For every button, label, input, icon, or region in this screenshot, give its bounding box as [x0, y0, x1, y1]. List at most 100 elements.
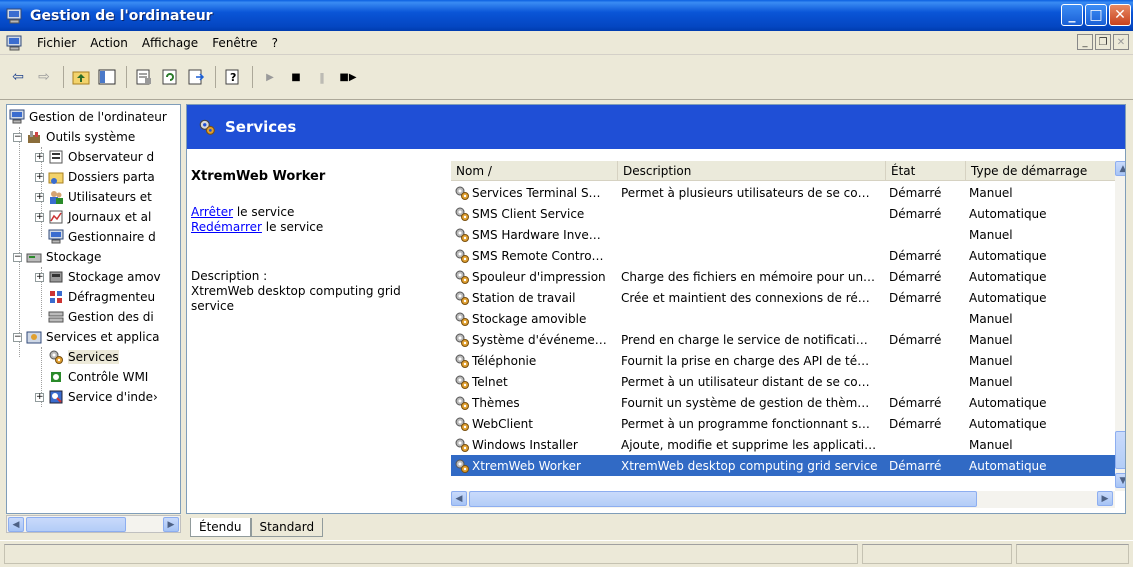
cell-description-text: Permet à un programme fonctionnant s… — [621, 416, 870, 431]
mdi-minimize-button[interactable]: _ — [1077, 34, 1093, 50]
table-row[interactable]: WebClient Permet à un programme fonctionn… — [451, 413, 1115, 434]
tree-services[interactable]: Services — [48, 347, 119, 367]
mdi-restore-button[interactable]: ❐ — [1095, 34, 1111, 50]
arrow-right-icon: ▶ — [167, 519, 175, 530]
column-header-etat[interactable]: État — [886, 161, 966, 181]
collapse-icon[interactable]: − — [13, 332, 22, 342]
column-header-description[interactable]: Description — [618, 161, 886, 181]
mdi-close-button[interactable]: ✕ — [1113, 34, 1129, 50]
start-service-button[interactable]: ▶ — [258, 65, 282, 89]
restart-service-button[interactable]: ■▶ — [336, 65, 360, 89]
expand-icon[interactable]: + — [35, 272, 44, 282]
toolbar: ⇦ ⇨ ? ▶ ■ ‖ ■▶ — [0, 55, 1133, 100]
cell-nom-text: SMS Remote Contro… — [472, 248, 604, 263]
vertical-scroll-thumb[interactable] — [1115, 431, 1125, 469]
table-vertical-scrollbar[interactable]: ▲ ▼ — [1115, 161, 1125, 491]
scroll-left-button[interactable]: ◀ — [451, 491, 467, 506]
collapse-icon[interactable]: − — [13, 252, 22, 262]
table-row[interactable]: Spouleur d'impression Charge des fichiers… — [451, 266, 1115, 287]
cell-nom: Station de travail — [451, 290, 618, 306]
title-bar[interactable]: Gestion de l'ordinateur _ □ ✕ — [0, 0, 1133, 31]
tree-services-applications[interactable]: − Services et applica — [13, 327, 160, 347]
tab-standard[interactable]: Standard — [250, 518, 324, 537]
toolbar-separator — [252, 66, 253, 88]
restart-service-link[interactable]: Redémarrer — [191, 220, 262, 234]
console-tree[interactable]: Gestion de l'ordinateur − Outils système… — [6, 104, 181, 514]
minimize-button[interactable]: _ — [1061, 4, 1083, 26]
scroll-right-button[interactable]: ▶ — [1097, 491, 1113, 506]
table-row[interactable]: Services Terminal S… Permet à plusieurs u… — [451, 182, 1115, 203]
table-row[interactable]: SMS Remote Contro… Démarré Automatique — [451, 245, 1115, 266]
pause-service-button[interactable]: ‖ — [310, 65, 334, 89]
up-level-button[interactable] — [69, 65, 93, 89]
menu-fichier[interactable]: Fichier — [30, 33, 83, 53]
menu-help[interactable]: ? — [265, 33, 285, 53]
export-list-button[interactable] — [184, 65, 208, 89]
tree-service-index[interactable]: + Service d'inde› — [35, 387, 158, 407]
table-row[interactable]: Stockage amovible Manuel — [451, 308, 1115, 329]
stop-service-button[interactable]: ■ — [284, 65, 308, 89]
scroll-left-button[interactable]: ◀ — [8, 517, 24, 532]
table-row[interactable]: Station de travail Crée et maintient des … — [451, 287, 1115, 308]
tree-utilisateurs[interactable]: + Utilisateurs et — [35, 187, 152, 207]
tree-stockage[interactable]: − Stockage — [13, 247, 101, 267]
view-tabs: Étendu Standard — [190, 517, 324, 537]
cell-etat: Démarré — [886, 459, 966, 473]
document-icon[interactable] — [6, 35, 24, 51]
forward-button[interactable]: ⇨ — [32, 65, 56, 89]
cell-description: Ajoute, modifie et supprime les applicat… — [618, 438, 886, 452]
menu-action[interactable]: Action — [83, 33, 135, 53]
collapse-icon[interactable]: − — [13, 132, 22, 142]
refresh-button[interactable] — [158, 65, 182, 89]
tab-etendu[interactable]: Étendu — [190, 518, 251, 537]
table-row[interactable]: Telnet Permet à un utilisateur distant de… — [451, 371, 1115, 392]
expand-icon[interactable]: + — [35, 192, 44, 202]
selected-service-name: XtremWeb Worker — [191, 169, 326, 184]
maximize-button[interactable]: □ — [1085, 4, 1107, 26]
tree-defragmenteur[interactable]: Défragmenteu — [48, 287, 155, 307]
table-row[interactable]: Windows Installer Ajoute, modifie et supp… — [451, 434, 1115, 455]
tree-controle-wmi[interactable]: Contrôle WMI — [48, 367, 148, 387]
back-button[interactable]: ⇦ — [6, 65, 30, 89]
help-button[interactable]: ? — [221, 65, 245, 89]
table-row[interactable]: Thèmes Fournit un système de gestion de t… — [451, 392, 1115, 413]
tree-observateur[interactable]: + Observateur d — [35, 147, 154, 167]
close-button[interactable]: ✕ — [1109, 4, 1131, 26]
horizontal-scroll-thumb[interactable] — [469, 491, 977, 507]
column-header-type-demarrage[interactable]: Type de démarrage — [966, 161, 1115, 181]
scroll-up-button[interactable]: ▲ — [1115, 161, 1125, 176]
expand-icon[interactable]: + — [35, 152, 44, 162]
tree-gestionnaire[interactable]: Gestionnaire d — [48, 227, 156, 247]
show-tree-button[interactable] — [95, 65, 119, 89]
scroll-thumb[interactable] — [26, 517, 126, 532]
properties-button[interactable] — [132, 65, 156, 89]
table-row[interactable]: Téléphonie Fournit la prise en charge des… — [451, 350, 1115, 371]
cell-type-demarrage-text: Automatique — [969, 206, 1047, 221]
tree-gestion-disques[interactable]: Gestion des di — [48, 307, 154, 327]
table-row[interactable]: SMS Client Service Démarré Automatique — [451, 203, 1115, 224]
expand-icon[interactable]: + — [35, 212, 44, 222]
table-horizontal-scrollbar[interactable]: ◀ ▶ — [451, 491, 1115, 508]
tree-stockage-amovible[interactable]: + Stockage amov — [35, 267, 161, 287]
scroll-down-button[interactable]: ▼ — [1115, 473, 1125, 488]
scroll-right-button[interactable]: ▶ — [163, 517, 179, 532]
tree-outils-systeme[interactable]: − Outils système — [13, 127, 135, 147]
cell-description-text: Permet à plusieurs utilisateurs de se co… — [621, 185, 870, 200]
table-row[interactable]: XtremWeb Worker XtremWeb desktop computin… — [451, 455, 1115, 476]
menu-fenetre[interactable]: Fenêtre — [205, 33, 264, 53]
table-row[interactable]: SMS Hardware Inve… Manuel — [451, 224, 1115, 245]
tree-horizontal-scrollbar[interactable]: ◀ ▶ — [6, 515, 181, 533]
cell-nom-text: Téléphonie — [472, 353, 537, 368]
expand-icon[interactable]: + — [35, 392, 44, 402]
stop-service-link[interactable]: Arrêter — [191, 205, 233, 219]
tree-dossiers[interactable]: + Dossiers parta — [35, 167, 155, 187]
table-row[interactable]: Système d'événeme… Prend en charge le ser… — [451, 329, 1115, 350]
menu-affichage[interactable]: Affichage — [135, 33, 205, 53]
expand-icon[interactable]: + — [35, 172, 44, 182]
tree-root[interactable]: Gestion de l'ordinateur — [9, 107, 167, 127]
tree-journaux[interactable]: + Journaux et al — [35, 207, 151, 227]
column-header-nom[interactable]: Nom / — [451, 161, 618, 181]
gears-icon — [199, 119, 215, 135]
device-manager-icon — [48, 229, 64, 244]
cell-nom-text: Windows Installer — [472, 437, 578, 452]
